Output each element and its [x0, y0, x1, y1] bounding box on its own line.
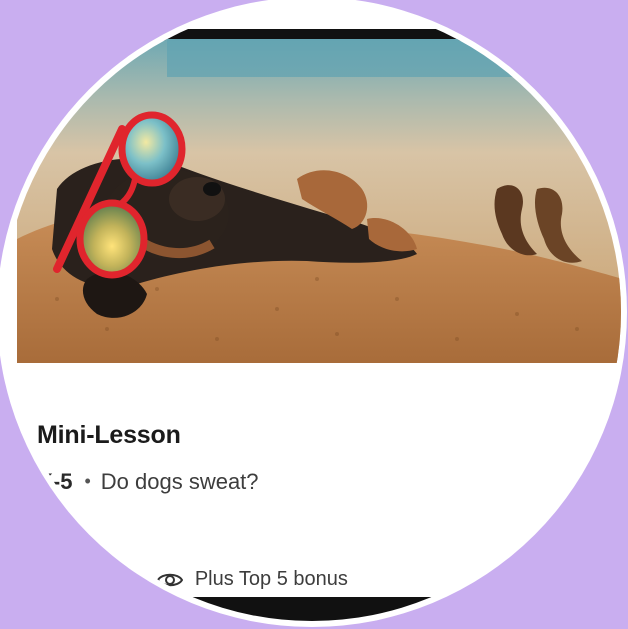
- lesson-indicator: lesson: [37, 568, 133, 591]
- play-icon: [44, 571, 58, 588]
- bonus-indicator: Plus Top 5 bonus: [156, 568, 348, 591]
- card-content: Mini-Lesson K-5 • Do dogs sweat? lesson: [17, 363, 621, 621]
- card-footer: lesson Plus Top 5 bonus: [37, 568, 372, 591]
- lesson-card[interactable]: Mini-Lesson K-5 • Do dogs sweat? lesson: [17, 29, 621, 621]
- dog-beach-illustration: [17, 39, 621, 363]
- eye-icon: [156, 573, 183, 586]
- meta-separator: •: [84, 471, 91, 491]
- bonus-label: Plus Top 5 bonus: [194, 568, 348, 590]
- lesson-label: lesson: [75, 568, 133, 590]
- card-meta: K-5 • Do dogs sweat?: [37, 469, 259, 495]
- card-title: Mini-Lesson: [37, 421, 181, 449]
- bottom-edge-bar: [17, 597, 621, 621]
- circular-frame: Mini-Lesson K-5 • Do dogs sweat? lesson: [3, 3, 621, 621]
- lesson-question: Do dogs sweat?: [100, 469, 259, 494]
- page-background: Mini-Lesson K-5 • Do dogs sweat? lesson: [0, 0, 628, 629]
- grade-label: K-5: [37, 469, 73, 494]
- hero-image[interactable]: [17, 39, 621, 363]
